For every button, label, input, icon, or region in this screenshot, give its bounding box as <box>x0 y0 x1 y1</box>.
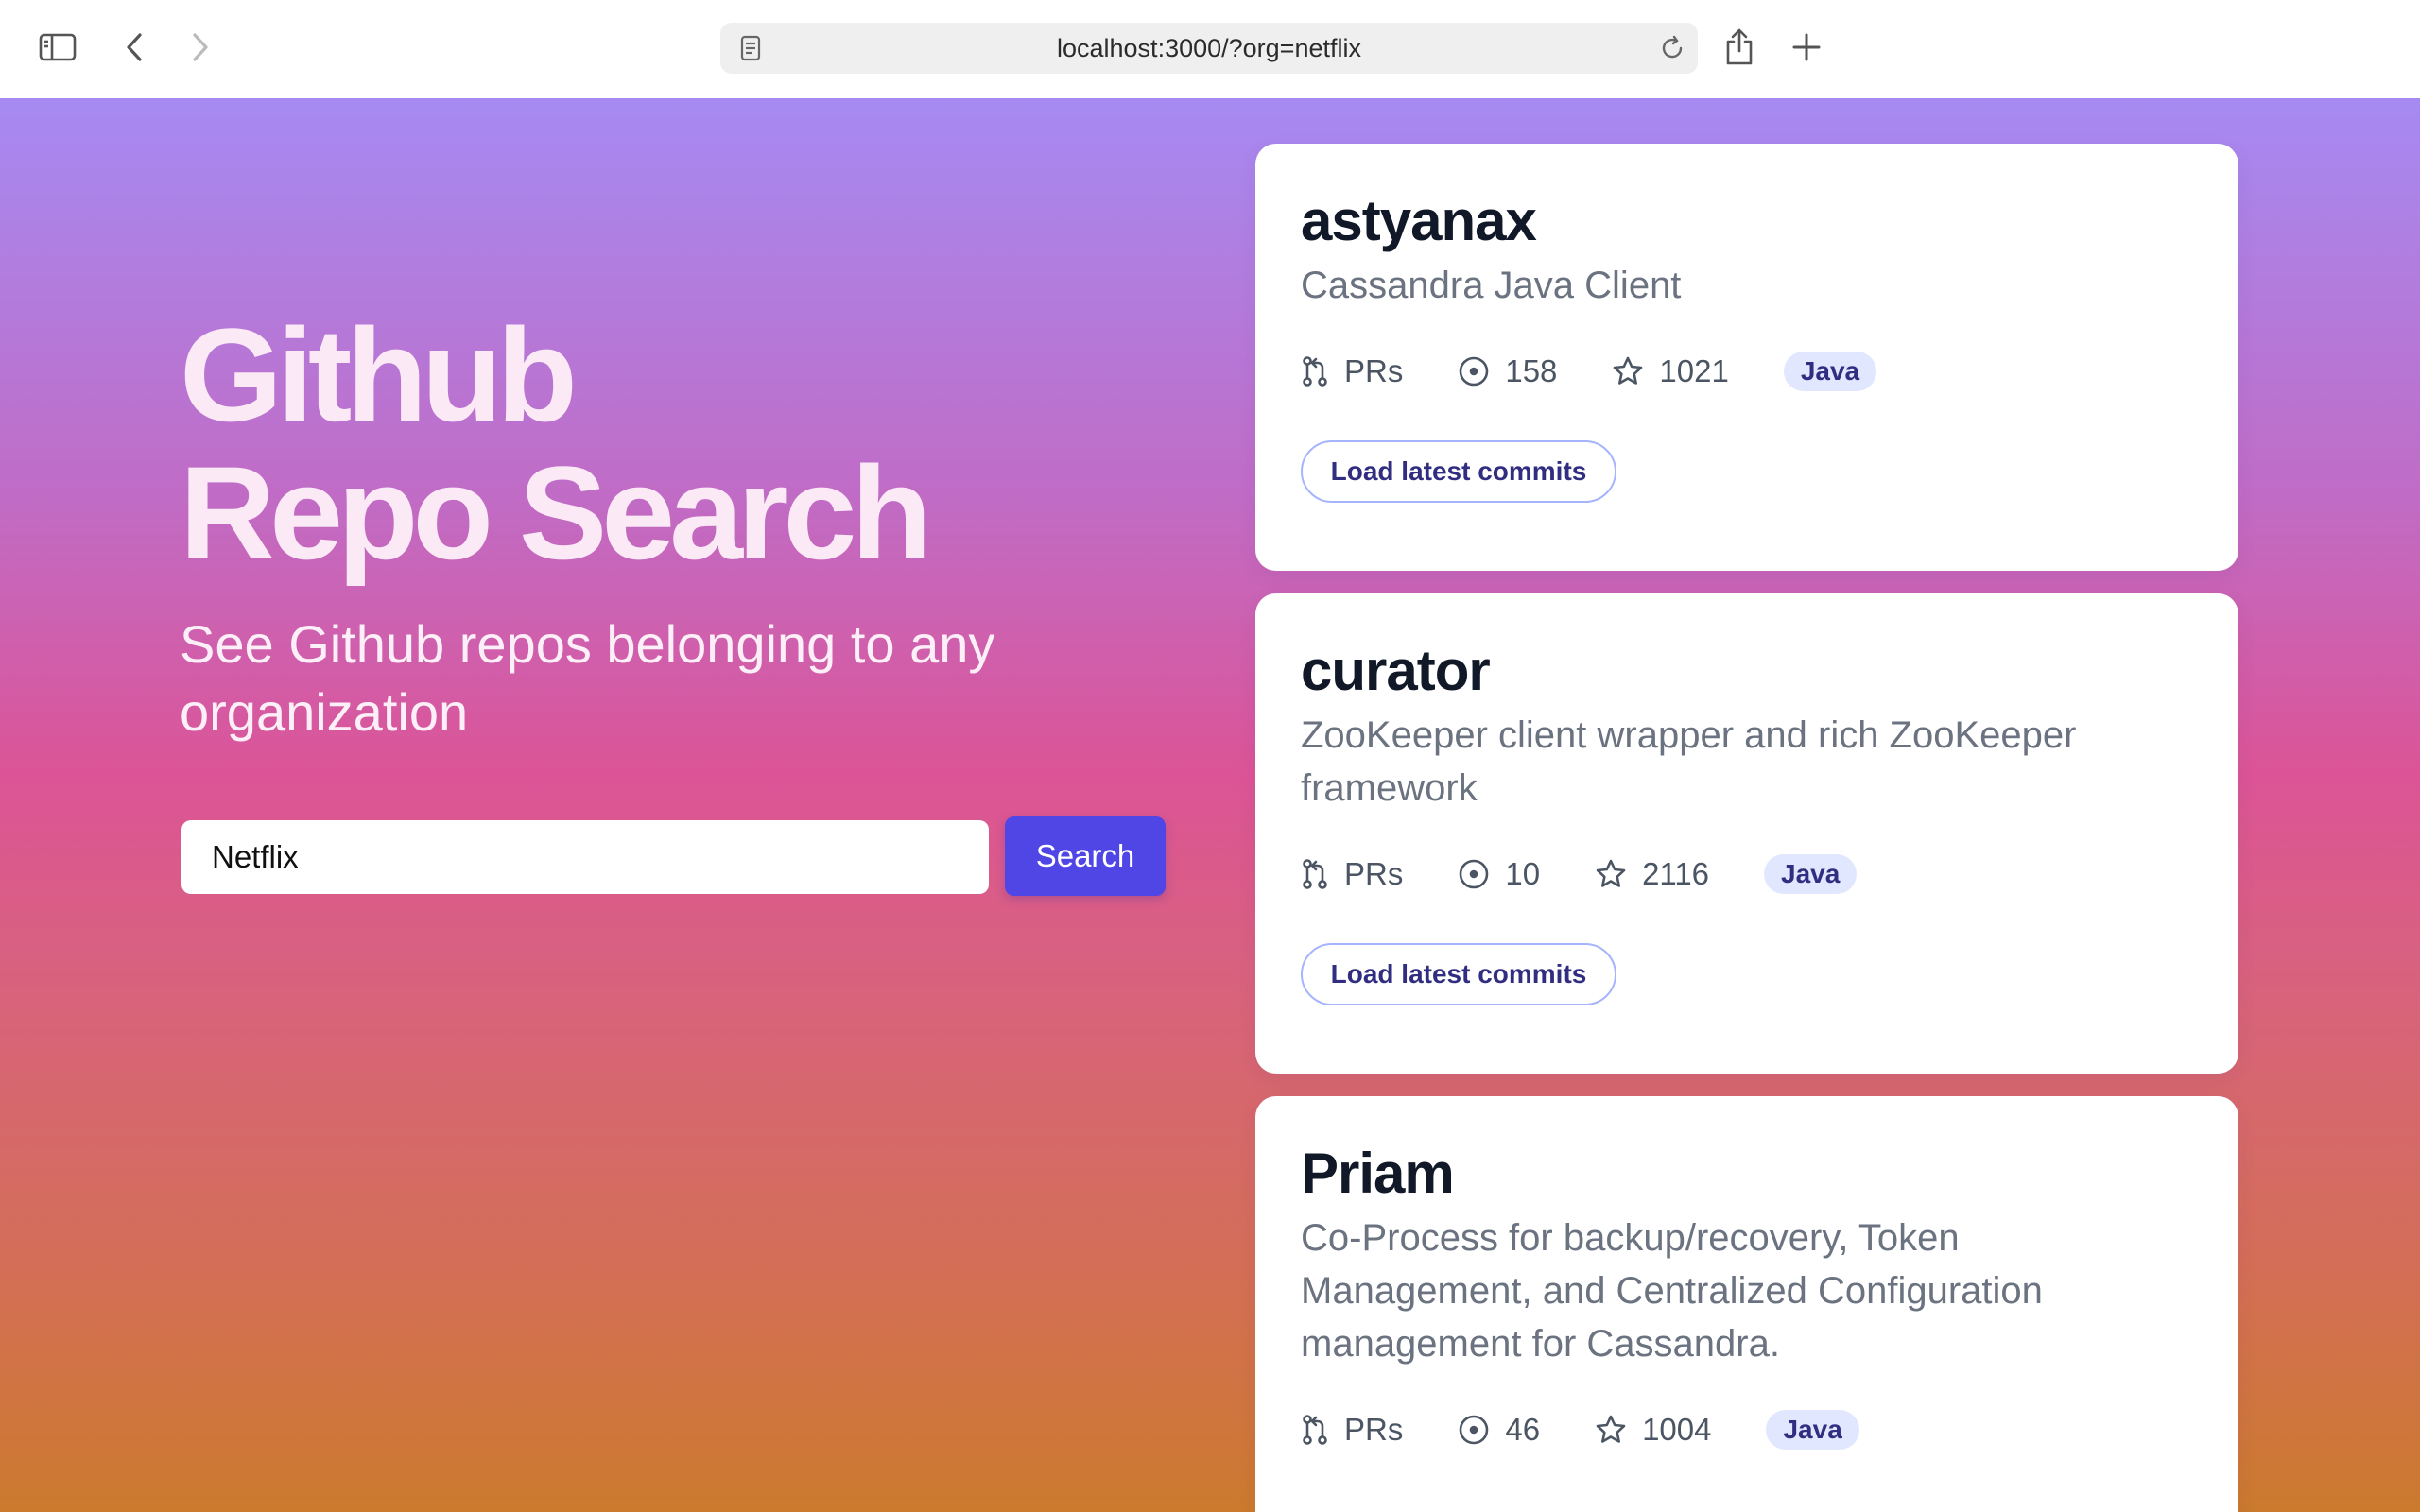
page-background: Github Repo Search See Github repos belo… <box>0 98 2420 1512</box>
address-bar[interactable]: localhost:3000/?org=netflix <box>720 23 1698 74</box>
share-icon[interactable] <box>1717 25 1762 70</box>
load-commits-button[interactable]: Load latest commits <box>1301 943 1616 1005</box>
url-text[interactable]: localhost:3000/?org=netflix <box>720 23 1698 74</box>
search-button[interactable]: Search <box>1005 816 1166 896</box>
repo-stats: PRs 46 1004 Java <box>1301 1406 2193 1453</box>
issue-icon <box>1460 356 1489 387</box>
sidebar-toggle-icon[interactable] <box>35 25 80 70</box>
page-title-line-1: Github <box>180 301 578 449</box>
issues-count: 46 <box>1505 1412 1541 1447</box>
pull-request-icon <box>1303 1415 1327 1445</box>
star-icon <box>1596 1415 1626 1443</box>
forward-arrow-icon[interactable] <box>178 25 223 70</box>
issues-stat: 10 <box>1458 856 1540 892</box>
browser-toolbar: localhost:3000/?org=netflix <box>0 0 2420 99</box>
issues-stat: 46 <box>1458 1412 1540 1448</box>
stars-stat: 1004 <box>1595 1412 1711 1448</box>
pull-request-icon <box>1303 356 1327 387</box>
search-form: Search <box>182 816 1166 896</box>
issue-icon <box>1460 1415 1489 1445</box>
issues-stat: 158 <box>1458 353 1557 389</box>
repo-name[interactable]: astyanax <box>1301 191 2193 251</box>
stars-count: 1021 <box>1659 353 1729 388</box>
prs-stat: PRs <box>1301 1412 1403 1448</box>
repo-stats: PRs 158 1021 Java <box>1301 348 2193 395</box>
new-tab-plus-icon[interactable] <box>1784 25 1829 70</box>
page-subtitle: See Github repos belonging to any organi… <box>180 614 995 742</box>
language-badge: Java <box>1783 352 1877 391</box>
issues-count: 10 <box>1505 856 1541 891</box>
prs-label: PRs <box>1344 1412 1404 1447</box>
issue-icon <box>1460 859 1489 889</box>
issues-count: 158 <box>1505 353 1558 388</box>
prs-label: PRs <box>1344 353 1404 388</box>
hero-section: Github Repo Search See Github repos belo… <box>180 306 1182 747</box>
repo-name[interactable]: Priam <box>1301 1143 2193 1204</box>
repo-card: curator ZooKeeper client wrapper and ric… <box>1255 593 2238 1074</box>
language-badge: Java <box>1766 1410 1859 1450</box>
stars-stat: 2116 <box>1595 856 1709 892</box>
prs-label: PRs <box>1344 856 1404 891</box>
reload-icon[interactable] <box>1656 32 1688 64</box>
load-commits-button[interactable]: Load latest commits <box>1301 440 1616 503</box>
language-badge: Java <box>1764 854 1858 894</box>
repo-description: Cassandra Java Client <box>1301 265 1682 306</box>
stars-stat: 1021 <box>1612 353 1729 389</box>
prs-stat: PRs <box>1301 353 1403 389</box>
back-arrow-icon[interactable] <box>112 25 157 70</box>
stars-count: 1004 <box>1642 1412 1712 1447</box>
repo-name[interactable]: curator <box>1301 641 2193 701</box>
pull-request-icon <box>1303 859 1327 889</box>
repo-description: ZooKeeper client wrapper and rich ZooKee… <box>1301 714 2077 809</box>
repo-card: Priam Co-Process for backup/recovery, To… <box>1255 1096 2238 1512</box>
repo-card: astyanax Cassandra Java Client PRs 158 1… <box>1255 144 2238 571</box>
star-icon <box>1596 859 1626 887</box>
prs-stat: PRs <box>1301 856 1403 892</box>
page-title: Github Repo Search <box>180 306 1182 582</box>
repo-description: Co-Process for backup/recovery, Token Ma… <box>1301 1217 2043 1365</box>
stars-count: 2116 <box>1642 856 1710 891</box>
page-title-line-2: Repo Search <box>180 438 932 587</box>
repo-stats: PRs 10 2116 Java <box>1301 850 2193 898</box>
star-icon <box>1614 356 1643 385</box>
org-search-input[interactable] <box>182 820 989 894</box>
